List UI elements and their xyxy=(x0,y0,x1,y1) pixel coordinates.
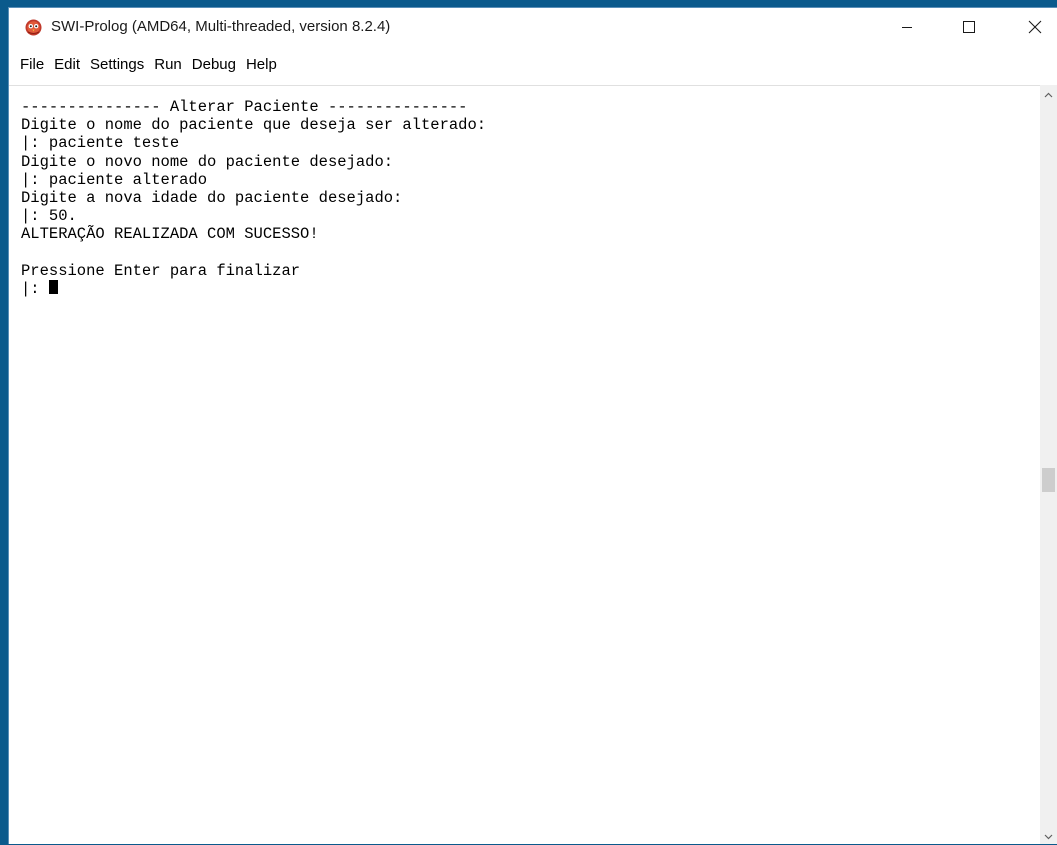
console-line: Digite o novo nome do paciente desejado: xyxy=(21,152,394,171)
scroll-down-button[interactable] xyxy=(1040,827,1057,844)
vertical-scrollbar[interactable] xyxy=(1040,85,1057,844)
menu-debug[interactable]: Debug xyxy=(187,56,241,73)
maximize-button[interactable] xyxy=(946,8,992,46)
chevron-down-icon xyxy=(1044,827,1053,845)
menu-file[interactable]: File xyxy=(15,56,49,73)
swi-prolog-owl-icon[interactable] xyxy=(25,19,42,36)
menu-help[interactable]: Help xyxy=(241,56,282,73)
menu-settings[interactable]: Settings xyxy=(85,56,149,73)
console-line: |: 50. xyxy=(21,207,77,226)
console-line: --------------- Alterar Paciente -------… xyxy=(21,98,468,116)
console-line: |: paciente alterado xyxy=(21,170,208,189)
maximize-icon xyxy=(962,20,976,34)
window-title: SWI-Prolog (AMD64, Multi-threaded, versi… xyxy=(51,18,391,35)
minimize-button[interactable] xyxy=(884,8,930,46)
chevron-up-icon xyxy=(1044,85,1053,103)
scroll-up-button[interactable] xyxy=(1040,85,1057,102)
console-area[interactable]: --------------- Alterar Paciente -------… xyxy=(9,85,1041,844)
title-bar[interactable]: SWI-Prolog (AMD64, Multi-threaded, versi… xyxy=(9,8,1057,46)
swi-prolog-window: SWI-Prolog (AMD64, Multi-threaded, versi… xyxy=(8,7,1057,844)
console-line: Digite o nome do paciente que deseja ser… xyxy=(21,116,487,135)
close-button[interactable] xyxy=(1012,8,1057,46)
close-icon xyxy=(1028,20,1042,34)
menu-bar: File Edit Settings Run Debug Help xyxy=(9,52,1057,76)
input-prompt: |: xyxy=(21,280,49,299)
scrollbar-thumb[interactable] xyxy=(1042,468,1055,492)
console-line: Digite a nova idade do paciente desejado… xyxy=(21,189,403,208)
console-input-line[interactable]: |: xyxy=(21,280,486,298)
minimize-icon xyxy=(901,21,913,33)
console-line: |: paciente teste xyxy=(21,134,180,153)
console-line: ALTERAÇÃO REALIZADA COM SUCESSO! xyxy=(21,225,319,244)
menu-edit[interactable]: Edit xyxy=(49,56,85,73)
menu-run[interactable]: Run xyxy=(149,56,187,73)
text-cursor xyxy=(48,280,58,295)
console-line: Pressione Enter para finalizar xyxy=(21,261,301,280)
console-output[interactable]: --------------- Alterar Paciente -------… xyxy=(21,98,486,298)
